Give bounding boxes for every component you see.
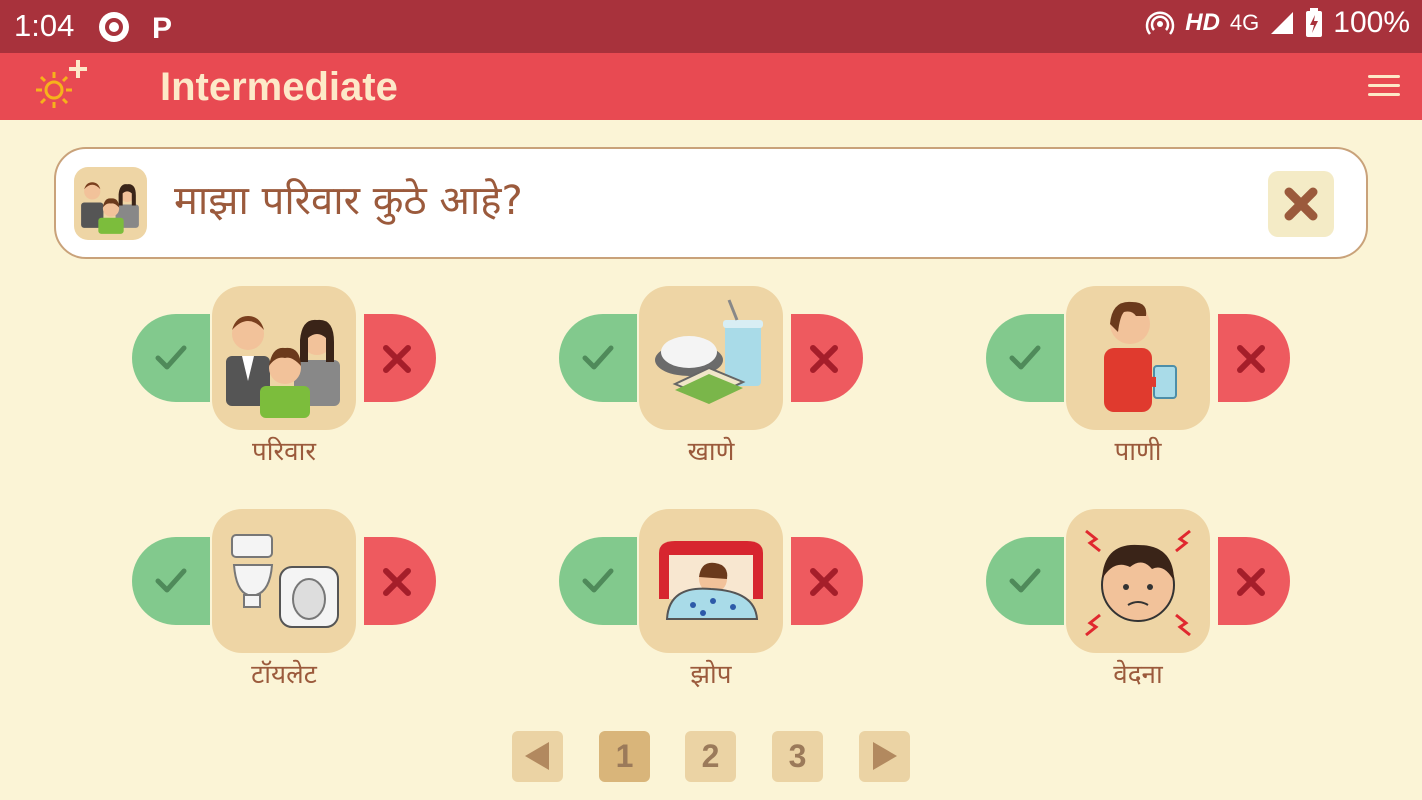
card-water: पाणी bbox=[986, 286, 1296, 476]
no-button[interactable] bbox=[364, 314, 436, 402]
family-icon bbox=[81, 182, 139, 234]
page-3-button[interactable]: 3 bbox=[772, 731, 823, 782]
page-2-button[interactable]: 2 bbox=[685, 731, 736, 782]
yes-button[interactable] bbox=[559, 537, 637, 625]
prev-page-button[interactable] bbox=[512, 731, 563, 782]
check-icon bbox=[1009, 568, 1041, 593]
no-button[interactable] bbox=[1218, 537, 1290, 625]
close-icon bbox=[383, 345, 411, 373]
card-label: खाणे bbox=[687, 437, 735, 467]
card-label: वेदना bbox=[1113, 660, 1163, 690]
app-title: Intermediate bbox=[160, 65, 398, 109]
no-button[interactable] bbox=[364, 537, 436, 625]
signal-icon bbox=[1271, 12, 1294, 34]
yes-button[interactable] bbox=[132, 537, 210, 625]
check-icon bbox=[582, 568, 614, 593]
record-icon bbox=[99, 12, 129, 42]
check-icon bbox=[155, 568, 187, 593]
sentence-family-thumbnail[interactable] bbox=[74, 167, 147, 240]
check-icon bbox=[1009, 345, 1041, 370]
network-type: 4G bbox=[1229, 10, 1260, 35]
sleep-icon bbox=[659, 541, 763, 620]
tile-family[interactable] bbox=[212, 286, 356, 430]
status-right: HD 4G 100% bbox=[1145, 6, 1410, 40]
parking-app-icon: P bbox=[152, 12, 172, 44]
status-time: 1:04 bbox=[14, 8, 75, 43]
tile-water[interactable] bbox=[1066, 286, 1210, 430]
close-icon bbox=[1237, 345, 1265, 373]
close-icon bbox=[383, 568, 411, 596]
no-button[interactable] bbox=[791, 537, 863, 625]
check-icon bbox=[582, 345, 614, 370]
arrow-right-icon bbox=[873, 742, 897, 770]
yes-button[interactable] bbox=[559, 314, 637, 402]
card-label: टॉयलेट bbox=[251, 660, 317, 690]
tile-pain[interactable] bbox=[1066, 509, 1210, 653]
sun-logo-icon[interactable] bbox=[30, 58, 92, 116]
card-label: झोप bbox=[690, 660, 732, 690]
battery-icon bbox=[1306, 8, 1323, 37]
pain-icon bbox=[1085, 529, 1191, 637]
clear-sentence-button[interactable] bbox=[1268, 171, 1334, 237]
tile-food[interactable] bbox=[639, 286, 783, 430]
card-food: खाणे bbox=[559, 286, 869, 476]
water-icon bbox=[1104, 301, 1177, 412]
yes-button[interactable] bbox=[132, 314, 210, 402]
food-icon bbox=[655, 299, 763, 404]
tile-toilet[interactable] bbox=[212, 509, 356, 653]
battery-level: 100% bbox=[1333, 6, 1410, 39]
tile-sleep[interactable] bbox=[639, 509, 783, 653]
hamburger-menu-icon[interactable] bbox=[1368, 75, 1400, 99]
card-toilet: टॉयलेट bbox=[132, 509, 442, 699]
card-sleep: झोप bbox=[559, 509, 869, 699]
card-label: पाणी bbox=[1114, 437, 1162, 467]
svg-text:P: P bbox=[152, 12, 172, 44]
sentence-bar: माझा परिवार कुठे आहे? bbox=[54, 147, 1368, 259]
toilet-icon bbox=[231, 534, 339, 628]
no-button[interactable] bbox=[1218, 314, 1290, 402]
card-family: परिवार bbox=[132, 286, 442, 476]
card-pain: वेदना bbox=[986, 509, 1296, 699]
hotspot-icon bbox=[1145, 11, 1175, 35]
network-hd: HD bbox=[1185, 9, 1220, 36]
close-icon bbox=[1284, 187, 1318, 221]
status-bar: 1:04 P HD 4G 100% bbox=[0, 0, 1422, 53]
yes-button[interactable] bbox=[986, 537, 1064, 625]
next-page-button[interactable] bbox=[859, 731, 910, 782]
page-1-button[interactable]: 1 bbox=[599, 731, 650, 782]
close-icon bbox=[810, 568, 838, 596]
close-icon bbox=[810, 345, 838, 373]
sentence-text: माझा परिवार कुठे आहे? bbox=[174, 178, 523, 224]
card-label: परिवार bbox=[252, 437, 316, 467]
arrow-left-icon bbox=[525, 742, 549, 770]
close-icon bbox=[1237, 568, 1265, 596]
check-icon bbox=[155, 345, 187, 370]
family-icon bbox=[226, 316, 340, 418]
no-button[interactable] bbox=[791, 314, 863, 402]
app-bar: Intermediate bbox=[0, 53, 1422, 120]
yes-button[interactable] bbox=[986, 314, 1064, 402]
